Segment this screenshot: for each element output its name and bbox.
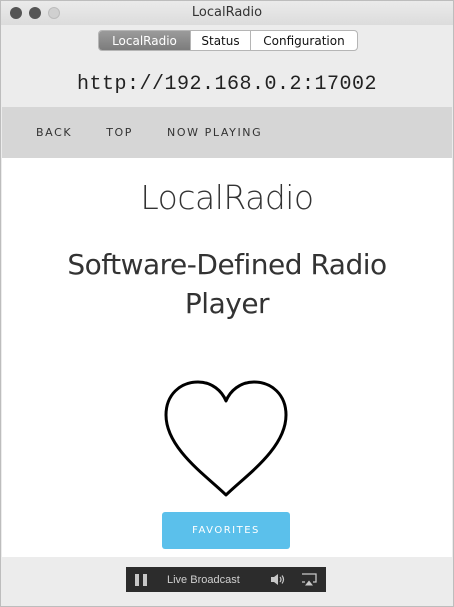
nav-back-link[interactable]: BACK — [36, 126, 72, 139]
server-url[interactable]: http://192.168.0.2:17002 — [1, 73, 453, 96]
zoom-window-icon[interactable] — [48, 7, 60, 19]
heart-icon[interactable] — [162, 379, 290, 497]
app-window: LocalRadio LocalRadio Status Configurati… — [0, 0, 454, 607]
close-window-icon[interactable] — [10, 7, 22, 19]
tab-status[interactable]: Status — [191, 31, 251, 50]
audio-player-bar: Live Broadcast — [126, 567, 326, 592]
nav-now-playing-link[interactable]: NOW PLAYING — [167, 126, 262, 139]
web-view: BACK TOP NOW PLAYING LocalRadio Software… — [2, 107, 452, 557]
top-navbar: BACK TOP NOW PLAYING — [2, 107, 452, 158]
nav-top-link[interactable]: TOP — [106, 126, 133, 139]
window-title: LocalRadio — [191, 5, 263, 20]
page-title: LocalRadio — [140, 178, 314, 217]
volume-icon[interactable] — [270, 573, 286, 586]
pause-icon[interactable] — [135, 573, 149, 586]
player-status-text: Live Broadcast — [167, 573, 240, 586]
view-switcher: LocalRadio Status Configuration — [98, 30, 358, 51]
airplay-icon[interactable] — [301, 573, 317, 586]
title-bar[interactable]: LocalRadio — [1, 1, 453, 25]
tab-configuration[interactable]: Configuration — [251, 31, 357, 50]
minimize-window-icon[interactable] — [29, 7, 41, 19]
page-subtitle: Software-Defined Radio Player — [67, 248, 387, 320]
tab-localradio[interactable]: LocalRadio — [99, 31, 191, 50]
favorites-button[interactable]: FAVORITES — [162, 512, 290, 549]
